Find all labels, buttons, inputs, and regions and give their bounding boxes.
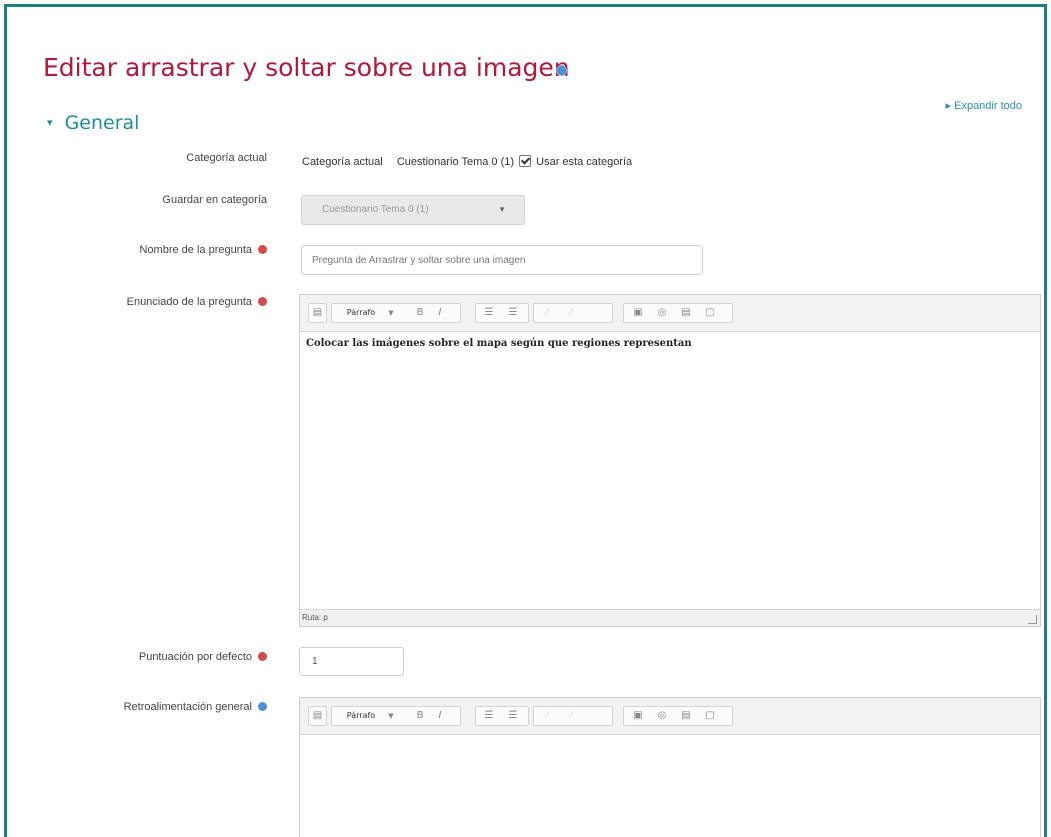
media-icon[interactable]: ◎ [652, 305, 672, 323]
retroalimentacion-content[interactable] [300, 735, 1040, 747]
expand-all-link[interactable]: ▸ Expandir todo [946, 99, 1022, 112]
link-icon[interactable]: ⁄ [537, 708, 557, 726]
categoria-actual-text: Categoría actual [302, 156, 383, 168]
help-icon [258, 702, 267, 711]
guardar-categoria-select[interactable]: Cuestionario Tema 0 (1) ▼ [301, 195, 525, 225]
required-icon [258, 652, 267, 661]
required-icon [258, 245, 267, 254]
image-icon[interactable]: ▣ [628, 708, 648, 726]
bold-button[interactable]: B [412, 305, 428, 323]
puntuacion-value: 1 [312, 656, 318, 667]
unlink-icon[interactable]: ⁄ [561, 305, 581, 323]
guardar-categoria-value: Cuestionario Tema 0 (1) [322, 204, 429, 215]
nombre-pregunta-value: Pregunta de Arrastrar y soltar sobre una… [312, 255, 526, 266]
expand-icon: ▸ [945, 100, 952, 112]
bullet-list-icon[interactable]: ☰ [479, 708, 499, 726]
usar-categoria-checkbox[interactable] [519, 155, 532, 167]
format-dropdown-icon[interactable]: ▼ [386, 305, 396, 323]
link-icon[interactable]: ⁄ [537, 305, 557, 323]
label-retroalimentacion: Retroalimentación general [27, 701, 267, 713]
puntuacion-input[interactable]: 1 [299, 647, 404, 676]
resize-handle[interactable] [1028, 615, 1037, 624]
format-select[interactable]: Párrafo [336, 305, 386, 323]
manage-files-icon[interactable]: ▢ [700, 708, 720, 726]
path-text: Ruta: p [302, 613, 328, 622]
editor-toolbar: ▤ Párrafo ▼ B I ☰ ☰ ⁄ ⁄ ▣ ◎ ▤ ▢ [300, 295, 1040, 332]
manage-files-icon[interactable]: ▢ [700, 305, 720, 323]
help-icon[interactable] [556, 65, 567, 76]
unlink-icon[interactable]: ⁄ [561, 708, 581, 726]
page-frame: Editar arrastrar y soltar sobre una imag… [4, 4, 1047, 837]
categoria-actual-row: Categoría actual Cuestionario Tema 0 (1)… [302, 155, 632, 168]
label-puntuacion: Puntuación por defecto [27, 651, 267, 663]
editor-statusbar: Ruta: p [300, 609, 1040, 626]
italic-button[interactable]: I [432, 708, 448, 726]
file-icon[interactable]: ▤ [676, 305, 696, 323]
media-icon[interactable]: ◎ [652, 708, 672, 726]
label-categoria-actual: Categoría actual [186, 152, 267, 164]
bold-button[interactable]: B [412, 708, 428, 726]
expand-all-label: Expandir todo [954, 100, 1022, 112]
retroalimentacion-editor[interactable]: ▤ Párrafo ▼ B I ☰ ☰ ⁄ ⁄ ▣ ◎ ▤ ▢ [299, 697, 1041, 837]
italic-button[interactable]: I [432, 305, 448, 323]
required-icon [258, 297, 267, 306]
collapse-caret-icon: ▾ [47, 116, 53, 129]
section-title: General [64, 112, 140, 134]
label-nombre-pregunta: Nombre de la pregunta [27, 244, 267, 256]
bullet-list-icon[interactable]: ☰ [479, 305, 499, 323]
image-icon[interactable]: ▣ [628, 305, 648, 323]
format-dropdown-icon[interactable]: ▼ [386, 708, 396, 726]
nombre-pregunta-input[interactable]: Pregunta de Arrastrar y soltar sobre una… [301, 245, 703, 275]
editor-toolbar: ▤ Párrafo ▼ B I ☰ ☰ ⁄ ⁄ ▣ ◎ ▤ ▢ [300, 698, 1040, 735]
label-enunciado: Enunciado de la pregunta [27, 296, 267, 308]
page-title: Editar arrastrar y soltar sobre una imag… [43, 53, 570, 82]
dropdown-arrow-icon: ▼ [498, 205, 506, 214]
label-guardar-categoria: Guardar en categoría [162, 194, 267, 206]
show-more-icon[interactable]: ▤ [309, 708, 326, 726]
numbered-list-icon[interactable]: ☰ [503, 305, 523, 323]
section-general-toggle[interactable]: ▾ General [47, 112, 139, 134]
show-more-icon[interactable]: ▤ [309, 305, 326, 323]
enunciado-editor[interactable]: ▤ Párrafo ▼ B I ☰ ☰ ⁄ ⁄ ▣ ◎ ▤ ▢ Colocar [299, 294, 1041, 627]
numbered-list-icon[interactable]: ☰ [503, 708, 523, 726]
usar-categoria-label: Usar esta categoría [536, 156, 633, 168]
file-icon[interactable]: ▤ [676, 708, 696, 726]
categoria-actual-value: Cuestionario Tema 0 (1) [396, 156, 515, 168]
format-select[interactable]: Párrafo [336, 708, 386, 726]
enunciado-content[interactable]: Colocar las imágenes sobre el mapa según… [300, 332, 1040, 355]
